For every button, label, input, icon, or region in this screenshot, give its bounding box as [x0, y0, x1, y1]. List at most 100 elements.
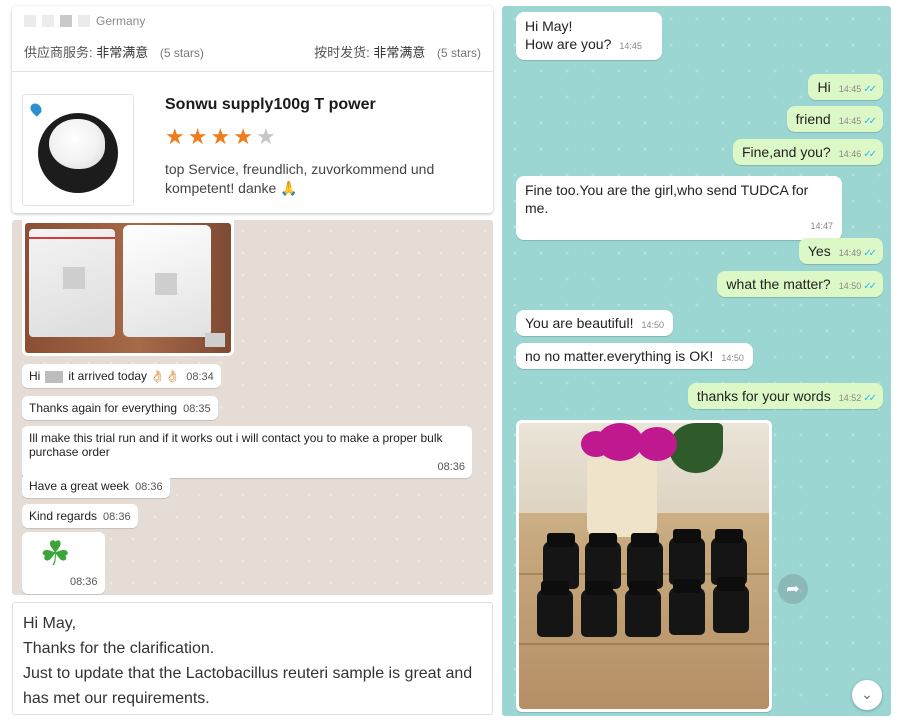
read-ticks-icon: ✓✓ — [863, 149, 877, 160]
read-ticks-icon: ✓✓ — [863, 116, 877, 127]
board-line — [519, 643, 769, 645]
message-time: 14:46 — [838, 149, 862, 159]
bottle — [537, 581, 573, 637]
bag-zip — [29, 237, 115, 239]
shipping-rating: 按时发货: 非常满意 (5 stars) — [314, 42, 481, 61]
message-text: what the matter? — [726, 276, 831, 292]
message-time: 14:45 — [838, 84, 862, 94]
message-text: Fine,and you? — [741, 144, 831, 160]
message-time: 14:50 — [838, 281, 862, 291]
message-time: 14:47 — [810, 221, 833, 231]
message-text: friend — [795, 111, 831, 127]
powder-bags-photo — [25, 223, 231, 353]
bottle — [669, 529, 705, 585]
chat-message: Thanks again for everything 08:35 — [22, 396, 218, 420]
message-text: Kind regards — [29, 509, 98, 523]
message-text: Ill make this trial run and if it works … — [29, 431, 443, 459]
message-time: 08:34 — [186, 371, 214, 383]
email-line-1: Thanks for the clarification. — [23, 640, 215, 657]
product-title[interactable]: Sonwu supply100g T power — [165, 96, 376, 114]
chat-message-outgoing: Fine,and you? 14:46 ✓✓ — [732, 139, 883, 165]
bottle — [581, 581, 617, 637]
buyer-country: Germany — [96, 14, 146, 28]
message-text: Have a great week — [29, 479, 130, 493]
star-filled-icon: ★ — [187, 125, 208, 150]
chat-message: Hi it arrived today 👌🏻👌🏻 08:34 — [22, 364, 221, 388]
message-text: no no matter.everything is OK! — [525, 348, 714, 364]
shipping-label: 按时发货: — [314, 45, 370, 60]
blurred-name — [45, 370, 64, 383]
chat-message-incoming: Fine too.You are the girl,who send TUDCA… — [516, 176, 842, 240]
chat-message-outgoing: Yes 14:49 ✓✓ — [798, 238, 883, 264]
email-line-2: Just to update that the Lactobacillus re… — [23, 665, 473, 707]
message-time: 14:45 — [619, 41, 642, 51]
blurred-name-1 — [24, 15, 36, 27]
buyer-row: Germany — [24, 10, 481, 32]
read-ticks-icon: ✓✓ — [863, 248, 877, 259]
supplier-service-rating: 供应商服务: 非常满意 (5 stars) — [24, 42, 204, 61]
message-text: Hi May! — [525, 18, 573, 34]
chat-message: Have a great week 08:36 — [22, 474, 170, 498]
message-time: 08:36 — [135, 481, 163, 493]
chat-message-outgoing: friend 14:45 ✓✓ — [786, 106, 883, 132]
supplier-service-value: 非常满意 — [96, 45, 149, 60]
email-excerpt: Hi May, Thanks for the clarification. Ju… — [12, 602, 493, 715]
message-text: How are you? — [525, 36, 612, 52]
supplier-service-stars: (5 stars) — [159, 46, 204, 60]
bottle — [669, 579, 705, 635]
scroll-down-button[interactable]: ⌄ — [852, 680, 882, 710]
whatsapp-chat-left: Hi it arrived today 👌🏻👌🏻 08:34 Thanks agai… — [12, 220, 493, 595]
chat-message-outgoing: thanks for your words 14:52 ✓✓ — [687, 383, 883, 409]
message-text: You are beautiful! — [525, 315, 634, 331]
star-filled-icon: ★ — [210, 125, 231, 150]
received-photo-bubble[interactable] — [22, 220, 234, 356]
forward-icon[interactable]: ➦ — [778, 574, 808, 604]
message-time: 14:52 — [838, 393, 862, 403]
chat-message: Kind regards 08:36 — [22, 504, 138, 528]
screenshot-collage: Germany 供应商服务: 非常满意 (5 stars) 按时发货: 非常满意… — [0, 0, 900, 720]
chat-message: Ill make this trial run and if it works … — [22, 426, 472, 478]
message-time: 08:35 — [183, 403, 211, 415]
message-text: Hi — [817, 79, 831, 95]
shipping-stars: (5 stars) — [436, 46, 481, 60]
clover-icon: ☘ — [40, 534, 71, 574]
message-time: 14:45 — [838, 116, 862, 126]
chat-message-outgoing: Hi 14:45 ✓✓ — [808, 74, 883, 100]
blurred-name-3 — [60, 15, 72, 27]
orchid-flower — [581, 431, 611, 457]
shipping-value: 非常满意 — [373, 45, 426, 60]
ratings-row: 供应商服务: 非常满意 (5 stars) 按时发货: 非常满意 (5 star… — [24, 42, 481, 61]
read-ticks-icon: ✓✓ — [863, 84, 877, 95]
product-review-card: Germany 供应商服务: 非常满意 (5 stars) 按时发货: 非常满意… — [12, 6, 493, 213]
star-filled-icon: ★ — [165, 125, 185, 150]
blurred-label-2 — [155, 273, 177, 295]
message-text: thanks for your words — [696, 388, 831, 404]
review-body: Sonwu supply100g T power ★ ★ ★ ★ ★ top Servi… — [12, 72, 493, 212]
message-time: 08:36 — [103, 511, 131, 523]
message-time: 08:36 — [70, 576, 98, 588]
whatsapp-chat-right: Hi May! How are you? 14:45 Hi 14:45 ✓✓ frie… — [502, 6, 891, 716]
chat-message-incoming: no no matter.everything is OK! 14:50 — [516, 343, 753, 369]
orchid-leaf — [669, 423, 723, 473]
message-time: 14:50 — [641, 320, 664, 330]
orchid-flower — [637, 427, 677, 461]
email-greeting: Hi May, — [23, 615, 77, 632]
message-text: Fine too.You are the girl,who send TUDCA… — [525, 182, 809, 216]
clover-sticker-message: ☘ 08:36 — [22, 532, 105, 594]
blurred-name-2 — [42, 15, 54, 27]
message-text: Thanks again for everything — [29, 401, 178, 415]
chat-message-incoming: Hi May! How are you? 14:45 — [516, 12, 662, 60]
message-time: 14:49 — [838, 248, 862, 258]
received-photo-bubble[interactable] — [516, 420, 772, 712]
review-header: Germany 供应商服务: 非常满意 (5 stars) 按时发货: 非常满意… — [12, 6, 493, 72]
message-time: 14:50 — [721, 353, 744, 363]
message-text: Hi — [29, 369, 41, 383]
bottle — [625, 581, 661, 637]
star-rating: ★ ★ ★ ★ ★ — [165, 127, 276, 149]
brand-logo-icon — [28, 101, 44, 117]
product-thumbnail[interactable] — [22, 94, 134, 206]
flower-pot — [587, 459, 657, 537]
message-time: 08:36 — [437, 461, 465, 473]
message-text: it arrived today 👌🏻👌🏻 — [68, 369, 181, 383]
blurred-label-1 — [63, 267, 85, 289]
